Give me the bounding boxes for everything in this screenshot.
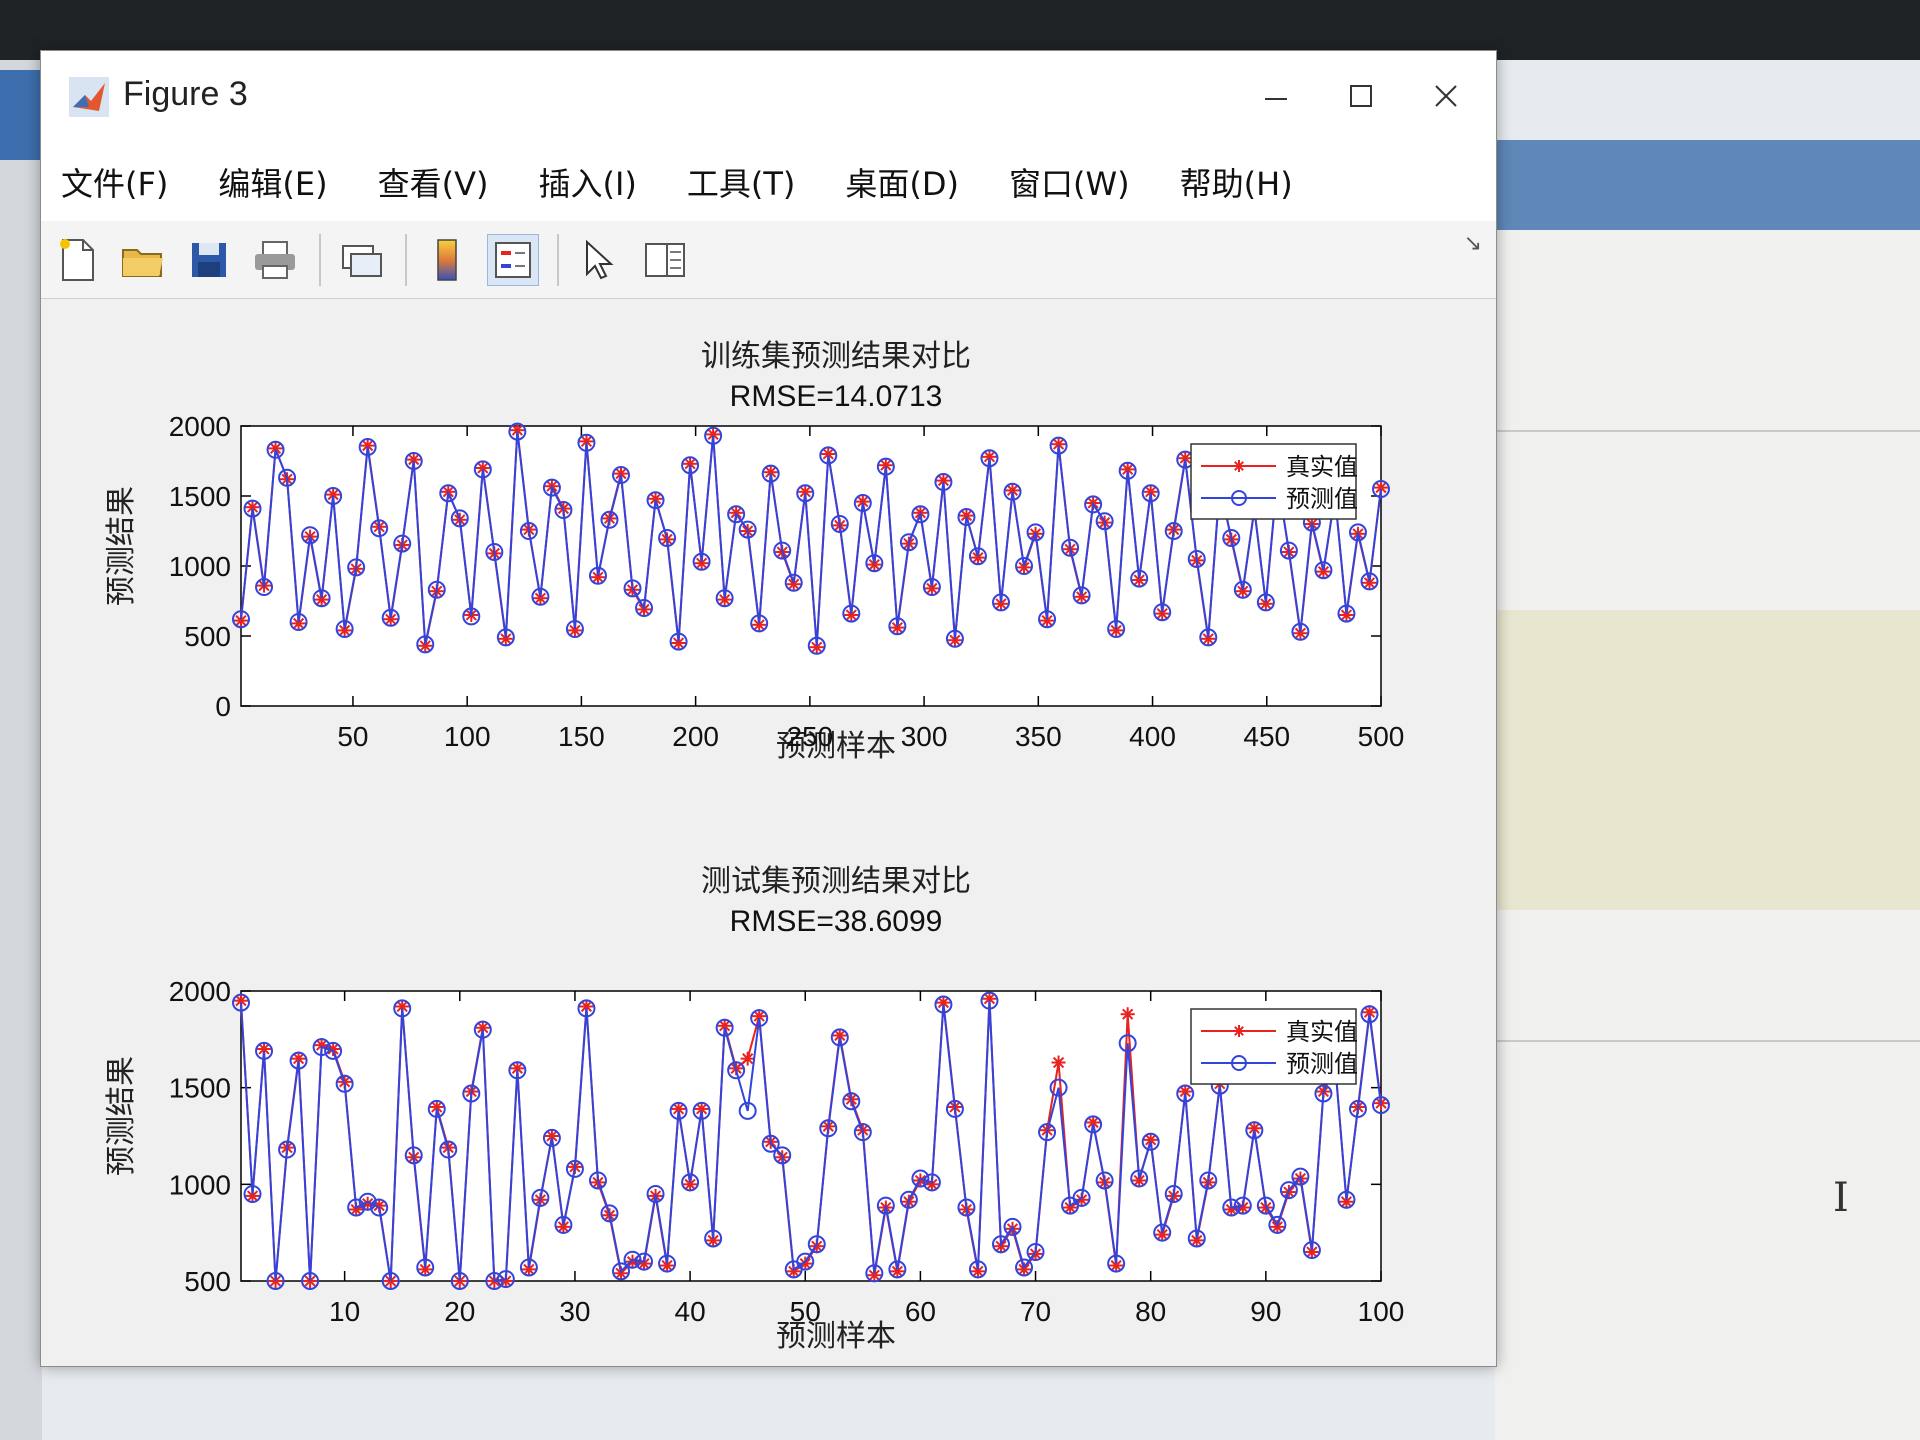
legend-label: 真实值 (1286, 453, 1358, 481)
chart-title: 测试集预测结果对比 (701, 864, 971, 899)
chart-subtitle: RMSE=14.0713 (730, 380, 943, 413)
matlab-icon (69, 77, 109, 117)
title-bar[interactable]: Figure 3 (41, 51, 1496, 143)
edit-plot-button[interactable] (573, 234, 625, 286)
desktop-right-divider (1495, 430, 1920, 432)
training-subplot: 训练集预测结果对比 RMSE=14.0713 预测样本 预测结果 50 100 15… (104, 339, 1404, 764)
print-icon (255, 240, 295, 279)
desktop-right-divider (1495, 1040, 1920, 1042)
minimize-icon (1265, 98, 1287, 100)
x-tick-label: 250 (786, 721, 833, 752)
menu-view[interactable]: 查看(V) (378, 159, 489, 205)
colorbar-button[interactable] (421, 234, 473, 286)
colorbar-icon (437, 238, 457, 281)
legend-icon (495, 241, 531, 278)
toolbar-separator (405, 233, 407, 286)
dock-icon[interactable]: ↘ (1464, 231, 1482, 256)
x-tick-label: 100 (1358, 1296, 1405, 1327)
menu-edit[interactable]: 编辑(E) (218, 159, 327, 205)
y-tick-label: 1000 (169, 551, 231, 582)
text-cursor-icon: I (1833, 1175, 1849, 1221)
desktop-right-header (1495, 140, 1920, 230)
chart-subtitle: RMSE=38.6099 (730, 905, 943, 938)
y-tick-label: 500 (184, 1266, 231, 1297)
legend-label: 真实值 (1286, 1018, 1358, 1046)
menu-desktop[interactable]: 桌面(D) (845, 159, 959, 205)
menu-file[interactable]: 文件(F) (61, 159, 168, 205)
x-tick-label: 450 (1243, 721, 1290, 752)
close-button[interactable] (1406, 63, 1486, 129)
toolbar (41, 221, 1496, 299)
open-folder-icon (122, 248, 163, 277)
chart-title: 训练集预测结果对比 (701, 339, 971, 374)
y-tick-label: 1500 (169, 1073, 231, 1104)
x-tick-label: 30 (559, 1296, 590, 1327)
x-tick-label: 80 (1135, 1296, 1166, 1327)
toolbar-separator (319, 233, 321, 286)
legend-label: 预测值 (1286, 1050, 1358, 1078)
x-tick-label: 150 (558, 721, 605, 752)
figure-window: Figure 3 文件(F) 编辑(E) 查看(V) 插入(I) 工具(T) 桌… (40, 50, 1497, 1367)
new-file-icon (60, 238, 94, 281)
legend-label: 预测值 (1286, 485, 1358, 513)
y-tick-label: 2000 (169, 411, 231, 442)
figure-svg: 训练集预测结果对比 RMSE=14.0713 预测样本 预测结果 50 100 15… (104, 339, 1404, 1354)
window-title: Figure 3 (123, 75, 248, 113)
legend-button[interactable] (487, 233, 539, 286)
x-tick-label: 20 (444, 1296, 475, 1327)
x-tick-label: 100 (444, 721, 491, 752)
y-tick-label: 2000 (169, 976, 231, 1007)
property-editor-icon (645, 242, 685, 277)
pointer-icon (586, 239, 614, 279)
x-tick-label: 50 (790, 1296, 821, 1327)
x-tick-label: 350 (1015, 721, 1062, 752)
new-figure-button[interactable] (51, 234, 103, 286)
x-tick-label: 200 (672, 721, 719, 752)
x-tick-label: 50 (337, 721, 368, 752)
menu-tools[interactable]: 工具(T) (687, 159, 796, 205)
menu-window[interactable]: 窗口(W) (1009, 159, 1130, 205)
maximize-icon (1350, 85, 1372, 107)
link-plot-icon (342, 244, 382, 277)
x-tick-label: 90 (1250, 1296, 1281, 1327)
desktop-right-highlight (1495, 610, 1920, 910)
figure-canvas: 训练集预测结果对比 RMSE=14.0713 预测样本 预测结果 50 100 15… (41, 301, 1496, 1366)
y-tick-label: 500 (184, 621, 231, 652)
test-subplot: 测试集预测结果对比 RMSE=38.6099 预测样本 预测结果 10 20 30 4… (104, 864, 1404, 1354)
y-axis-label: 预测结果 (104, 1056, 139, 1176)
close-icon (1435, 85, 1457, 107)
x-tick-label: 300 (901, 721, 948, 752)
property-editor-button[interactable] (639, 234, 691, 286)
menu-bar: 文件(F) 编辑(E) 查看(V) 插入(I) 工具(T) 桌面(D) 窗口(W… (41, 143, 1496, 221)
y-axis-label: 预测结果 (104, 486, 139, 606)
y-tick-label: 1000 (169, 1169, 231, 1200)
x-tick-label: 40 (675, 1296, 706, 1327)
minimize-button[interactable] (1236, 63, 1316, 129)
save-icon (192, 242, 226, 277)
desktop-left-highlight (0, 70, 42, 160)
x-tick-label: 10 (329, 1296, 360, 1327)
save-button[interactable] (183, 234, 235, 286)
menu-help[interactable]: 帮助(H) (1180, 159, 1293, 205)
maximize-button[interactable] (1321, 63, 1401, 129)
y-tick-label: 0 (215, 691, 231, 722)
x-tick-label: 60 (905, 1296, 936, 1327)
x-tick-label: 400 (1129, 721, 1176, 752)
link-plot-button[interactable] (335, 234, 387, 286)
print-button[interactable] (249, 234, 301, 286)
y-tick-label: 1500 (169, 481, 231, 512)
menu-insert[interactable]: 插入(I) (538, 159, 636, 205)
x-tick-label: 500 (1358, 721, 1405, 752)
desktop-left-pane (0, 60, 42, 1440)
toolbar-separator (557, 233, 559, 286)
open-button[interactable] (117, 234, 169, 286)
x-tick-label: 70 (1020, 1296, 1051, 1327)
